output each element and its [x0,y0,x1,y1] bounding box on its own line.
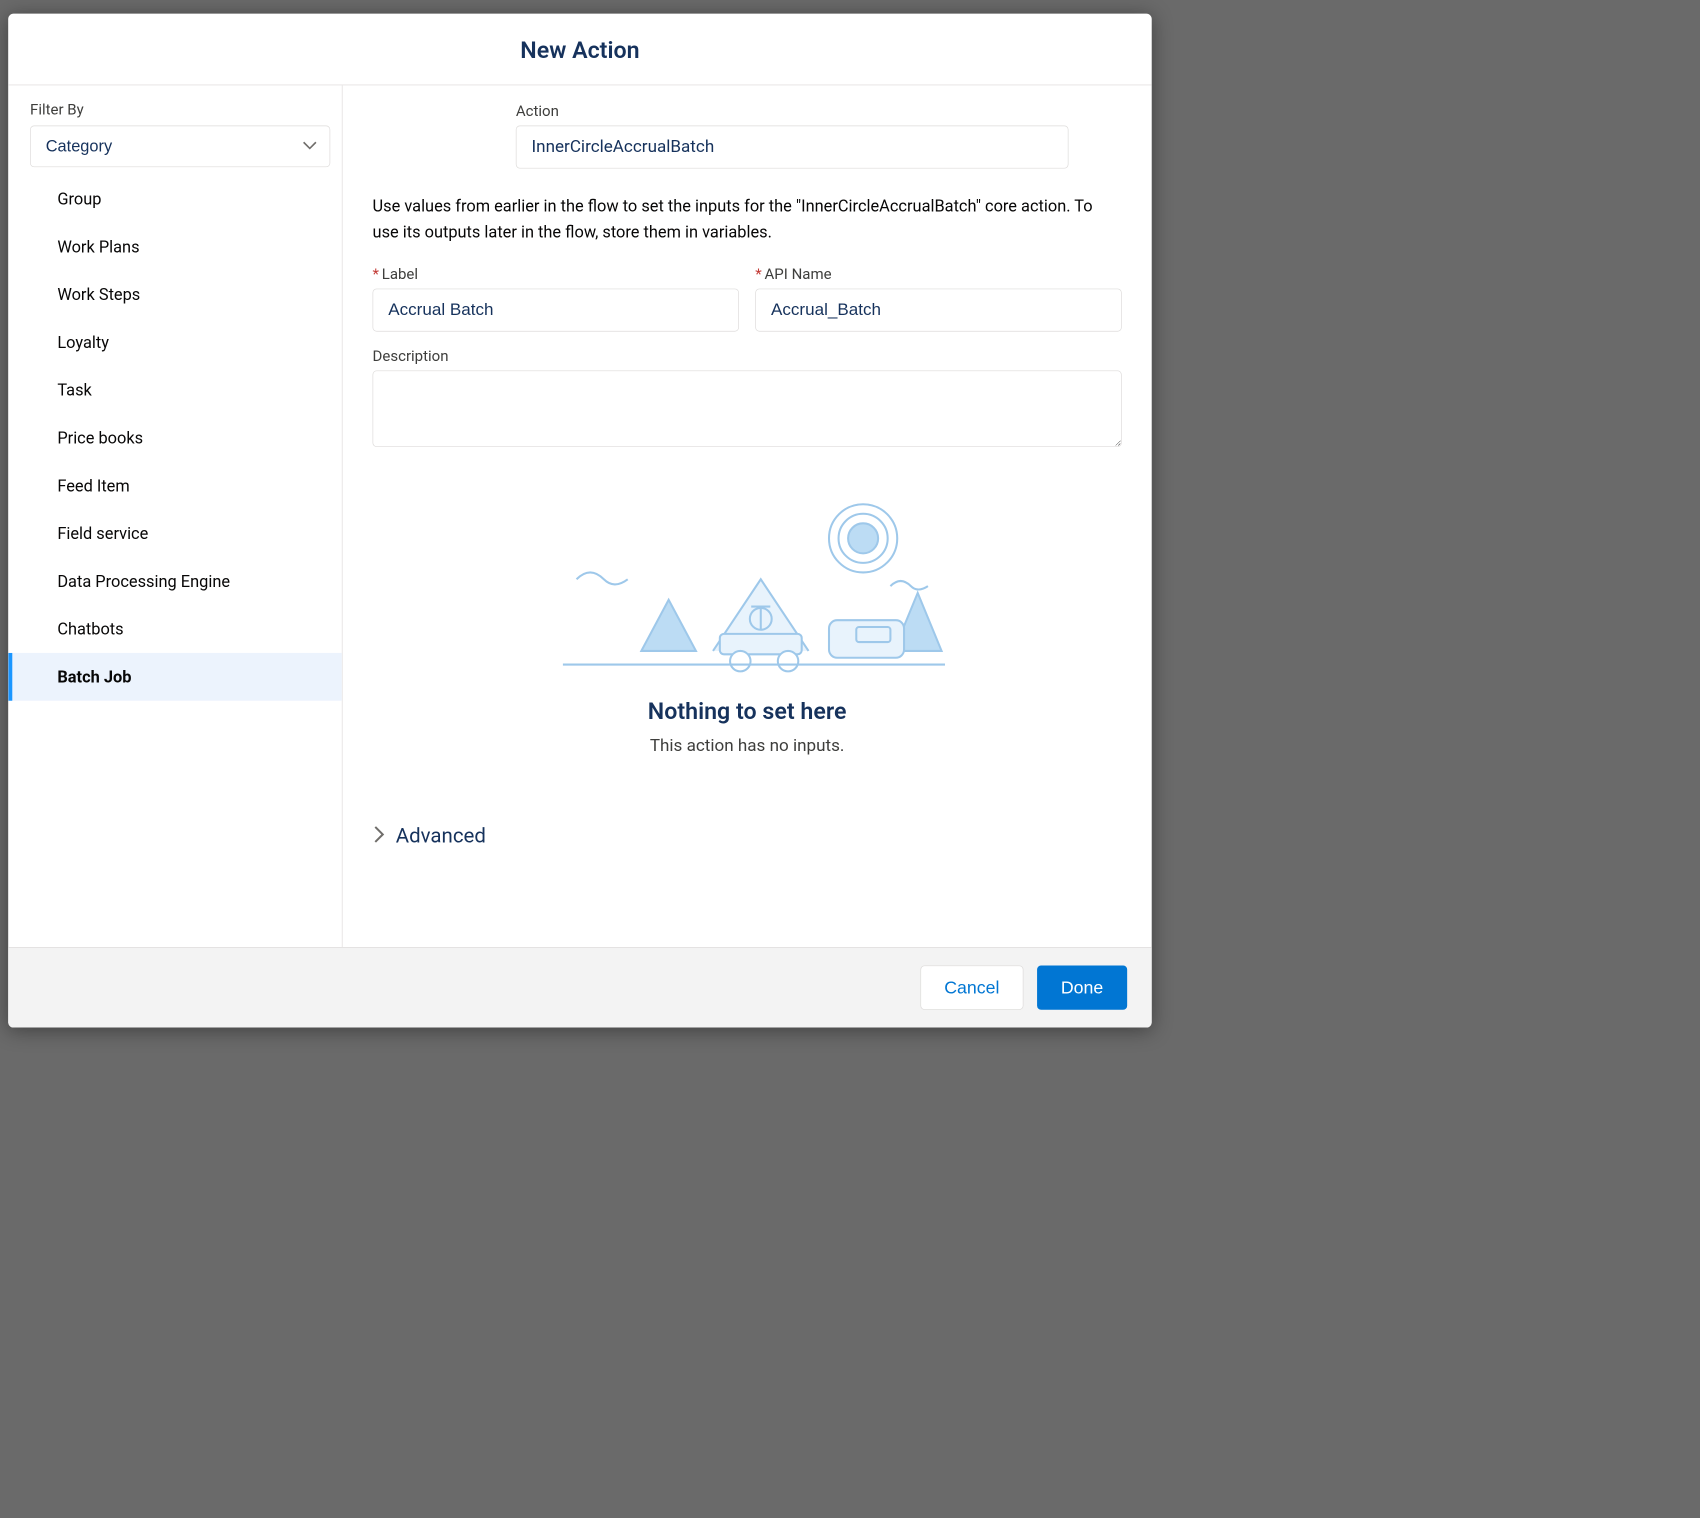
label-field-group: *Label [373,266,739,332]
new-action-modal: New Action Filter By Category Group Work… [8,14,1152,1028]
advanced-label: Advanced [396,824,486,848]
sidebar-item-feed-item[interactable]: Feed Item [8,462,342,510]
sidebar-item-field-service[interactable]: Field service [8,510,342,558]
landscape-illustration-icon [373,490,1122,681]
required-star-icon: * [755,266,761,283]
required-star-icon: * [373,266,379,283]
sidebar-item-group[interactable]: Group [8,175,342,223]
sidebar-item-chatbots[interactable]: Chatbots [8,605,342,653]
done-button[interactable]: Done [1037,965,1127,1009]
description-field-group: Description [373,348,1122,450]
sidebar-item-batch-job[interactable]: Batch Job [8,653,342,701]
empty-state: Nothing to set here This action has no i… [373,490,1122,755]
sidebar-item-work-steps[interactable]: Work Steps [8,271,342,319]
filter-block: Filter By Category [8,85,342,175]
sidebar-item-loyalty[interactable]: Loyalty [8,319,342,367]
action-value: InnerCircleAccrualBatch [516,126,1069,169]
description-label: Description [373,348,1122,365]
action-field-group: Action InnerCircleAccrualBatch [516,103,1069,169]
sidebar-item-task[interactable]: Task [8,366,342,414]
apiname-input[interactable] [755,288,1121,331]
sidebar-item-work-plans[interactable]: Work Plans [8,223,342,271]
sidebar-item-data-processing-engine[interactable]: Data Processing Engine [8,557,342,605]
empty-state-subtitle: This action has no inputs. [373,736,1122,756]
helper-text: Use values from earlier in the flow to s… [373,193,1122,245]
filter-select[interactable]: Category [30,126,330,168]
modal-title: New Action [8,37,1152,64]
apiname-field-label: *API Name [755,266,1121,283]
main-panel: Action InnerCircleAccrualBatch Use value… [343,85,1152,947]
label-field-label: *Label [373,266,739,283]
category-sidebar: Filter By Category Group Work Plans Work… [8,85,342,947]
advanced-toggle[interactable]: Advanced [373,824,1122,848]
cancel-button[interactable]: Cancel [920,965,1023,1009]
description-textarea[interactable] [373,370,1122,446]
modal-footer: Cancel Done [8,947,1152,1028]
label-input[interactable] [373,288,739,331]
filter-by-label: Filter By [30,102,320,119]
modal-header: New Action [8,14,1152,86]
empty-state-title: Nothing to set here [373,698,1122,725]
category-list[interactable]: Group Work Plans Work Steps Loyalty Task… [8,175,342,947]
action-label: Action [516,103,1069,120]
action-combobox[interactable]: InnerCircleAccrualBatch [516,126,1069,169]
chevron-right-icon [373,825,387,847]
filter-select-wrap: Category [30,126,330,168]
apiname-field-group: *API Name [755,266,1121,332]
modal-body: Filter By Category Group Work Plans Work… [8,85,1152,947]
sidebar-item-price-books[interactable]: Price books [8,414,342,462]
label-apiname-row: *Label *API Name [373,266,1122,332]
